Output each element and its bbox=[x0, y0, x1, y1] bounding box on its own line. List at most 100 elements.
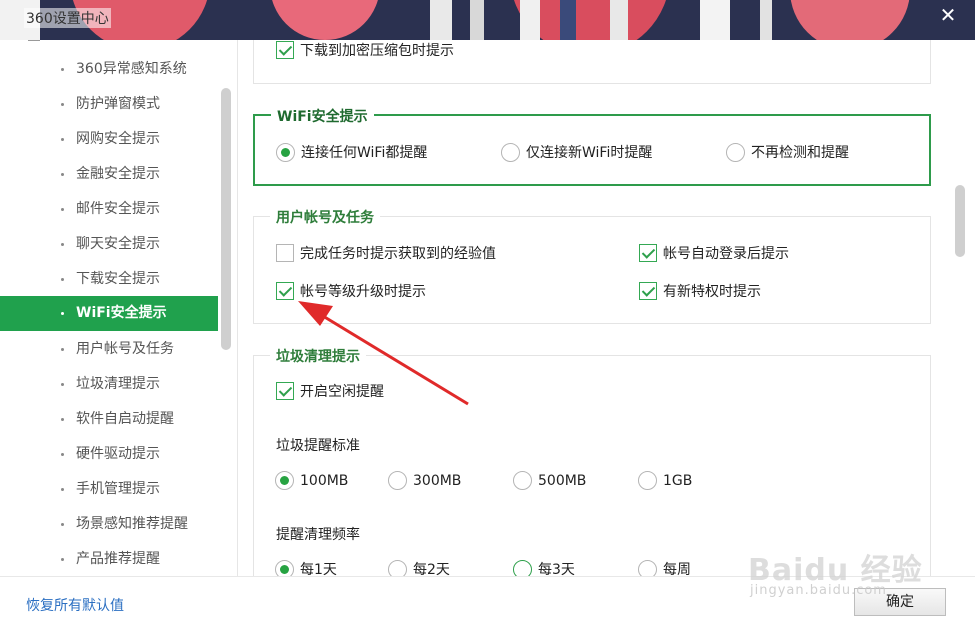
sidebar-item-finance[interactable]: 金融安全提示 bbox=[0, 157, 218, 192]
radio-icon bbox=[501, 142, 520, 162]
task-exp-checkbox[interactable]: 完成任务时提示获取到的经验值 bbox=[276, 244, 496, 266]
option-label: 有新特权时提示 bbox=[663, 284, 761, 300]
option-label: 开启空闲提醒 bbox=[300, 384, 384, 400]
frequency-weekly[interactable]: 每周 bbox=[638, 559, 691, 576]
frequency-2-days[interactable]: 每2天 bbox=[388, 559, 450, 576]
bullet-icon bbox=[61, 243, 64, 246]
content-scrollbar[interactable] bbox=[955, 185, 965, 257]
sidebar-item-anomaly-perception[interactable]: 360异常感知系统 bbox=[0, 52, 218, 87]
radio-selected-icon bbox=[275, 559, 294, 576]
bullet-icon bbox=[61, 488, 64, 491]
sidebar-item-chat[interactable]: 聊天安全提示 bbox=[0, 227, 218, 262]
sidebar-item-label: 场景感知推荐提醒 bbox=[76, 516, 188, 532]
sidebar-item-label: WiFi安全提示 bbox=[76, 305, 167, 321]
sidebar-item-download[interactable]: 下载安全提示 bbox=[0, 262, 218, 297]
restore-defaults-link[interactable]: 恢复所有默认值 bbox=[26, 595, 124, 615]
option-label: 300MB bbox=[413, 473, 462, 489]
download-panel: 下载到加密压缩包时提示 bbox=[253, 40, 931, 84]
radio-icon bbox=[388, 470, 407, 490]
close-icon[interactable]: ✕ bbox=[937, 4, 959, 26]
wifi-option-never[interactable]: 不再检测和提醒 bbox=[726, 142, 849, 165]
encrypted-archive-checkbox[interactable]: 下载到加密压缩包时提示 bbox=[276, 41, 454, 63]
banner-artwork bbox=[0, 0, 975, 40]
checkbox-checked-icon bbox=[639, 244, 657, 262]
sidebar-scrollbar[interactable] bbox=[221, 88, 231, 350]
sidebar-item-account[interactable]: 用户帐号及任务 bbox=[0, 332, 218, 367]
bullet-icon bbox=[61, 103, 64, 106]
level-up-checkbox[interactable]: 帐号等级升级时提示 bbox=[276, 282, 426, 304]
wifi-panel: WiFi安全提示 连接任何WiFi都提醒 仅连接新WiFi时提醒 不再检测和提醒 bbox=[253, 106, 931, 186]
threshold-1gb[interactable]: 1GB bbox=[638, 470, 693, 493]
radio-icon bbox=[726, 142, 745, 162]
sidebar-item-wifi[interactable]: WiFi安全提示 bbox=[0, 296, 218, 331]
account-panel: 用户帐号及任务 完成任务时提示获取到的经验值 帐号自动登录后提示 帐号等级升级时… bbox=[253, 207, 931, 324]
sidebar-item-scene[interactable]: 场景感知推荐提醒 bbox=[0, 507, 218, 542]
bullet-icon bbox=[61, 348, 64, 351]
checkbox-checked-icon bbox=[276, 282, 294, 300]
option-label: 100MB bbox=[300, 473, 349, 489]
radio-selected-icon bbox=[276, 142, 295, 162]
threshold-label: 垃圾提醒标准 bbox=[276, 438, 360, 454]
sidebar-item-cleanup[interactable]: 垃圾清理提示 bbox=[0, 367, 218, 402]
checkbox-icon bbox=[276, 244, 294, 262]
sidebar-item-autostart[interactable]: 软件自启动提醒 bbox=[0, 402, 218, 437]
sidebar-item-label: 垃圾清理提示 bbox=[76, 376, 160, 392]
sidebar-item-label: 下载安全提示 bbox=[76, 271, 160, 287]
ok-button[interactable]: 确定 bbox=[854, 588, 946, 616]
sidebar-item-label: 防护弹窗模式 bbox=[76, 96, 160, 112]
option-label: 1GB bbox=[663, 473, 693, 489]
option-label: 下载到加密压缩包时提示 bbox=[300, 43, 454, 59]
wifi-panel-title: WiFi安全提示 bbox=[271, 106, 374, 126]
bullet-icon bbox=[61, 208, 64, 211]
sidebar-item-label: 360异常感知系统 bbox=[76, 61, 187, 77]
sidebar-item-label: 软件自启动提醒 bbox=[76, 411, 174, 427]
threshold-300mb[interactable]: 300MB bbox=[388, 470, 462, 493]
option-label: 每3天 bbox=[538, 562, 575, 576]
checkbox-checked-icon bbox=[639, 282, 657, 300]
sidebar-item-popup-mode[interactable]: 防护弹窗模式 bbox=[0, 87, 218, 122]
auto-login-checkbox[interactable]: 帐号自动登录后提示 bbox=[639, 244, 789, 266]
frequency-label: 提醒清理频率 bbox=[276, 527, 360, 543]
cleanup-panel-title: 垃圾清理提示 bbox=[270, 346, 366, 366]
sidebar: 360异常感知系统 防护弹窗模式 网购安全提示 金融安全提示 邮件安全提示 聊天… bbox=[0, 40, 238, 576]
frequency-3-days[interactable]: 每3天 bbox=[513, 559, 575, 576]
bullet-icon bbox=[61, 453, 64, 456]
radio-icon bbox=[388, 559, 407, 576]
bullet-icon bbox=[61, 312, 64, 315]
option-label: 帐号等级升级时提示 bbox=[300, 284, 426, 300]
footer: 恢复所有默认值 确定 bbox=[0, 576, 975, 625]
sidebar-item-shopping[interactable]: 网购安全提示 bbox=[0, 122, 218, 157]
wifi-option-any[interactable]: 连接任何WiFi都提醒 bbox=[276, 142, 428, 165]
checkbox-checked-icon bbox=[276, 382, 294, 400]
option-label: 500MB bbox=[538, 473, 587, 489]
option-label: 每周 bbox=[663, 562, 691, 576]
wifi-option-new-only[interactable]: 仅连接新WiFi时提醒 bbox=[501, 142, 652, 165]
option-label: 帐号自动登录后提示 bbox=[663, 246, 789, 262]
frequency-1-day[interactable]: 每1天 bbox=[275, 559, 337, 576]
threshold-500mb[interactable]: 500MB bbox=[513, 470, 587, 493]
sidebar-collapse-stub bbox=[28, 40, 40, 44]
sidebar-item-label: 金融安全提示 bbox=[76, 166, 160, 182]
radio-selected-icon bbox=[275, 470, 294, 490]
sidebar-item-label: 邮件安全提示 bbox=[76, 201, 160, 217]
radio-icon bbox=[638, 559, 657, 576]
checkbox-checked-icon bbox=[276, 41, 294, 59]
window-title: 360设置中心 bbox=[24, 8, 111, 28]
bullet-icon bbox=[61, 138, 64, 141]
bullet-icon bbox=[61, 173, 64, 176]
option-label: 完成任务时提示获取到的经验值 bbox=[300, 246, 496, 262]
sidebar-item-email[interactable]: 邮件安全提示 bbox=[0, 192, 218, 227]
bullet-icon bbox=[61, 278, 64, 281]
bullet-icon bbox=[61, 558, 64, 561]
threshold-100mb[interactable]: 100MB bbox=[275, 470, 349, 493]
option-label: 连接任何WiFi都提醒 bbox=[301, 145, 428, 161]
idle-reminder-checkbox[interactable]: 开启空闲提醒 bbox=[276, 382, 384, 404]
radio-icon bbox=[513, 559, 532, 576]
sidebar-item-label: 网购安全提示 bbox=[76, 131, 160, 147]
option-label: 每1天 bbox=[300, 562, 337, 576]
sidebar-item-driver[interactable]: 硬件驱动提示 bbox=[0, 437, 218, 472]
account-panel-title: 用户帐号及任务 bbox=[270, 207, 380, 227]
sidebar-item-product[interactable]: 产品推荐提醒 bbox=[0, 542, 218, 576]
sidebar-item-phone[interactable]: 手机管理提示 bbox=[0, 472, 218, 507]
new-privilege-checkbox[interactable]: 有新特权时提示 bbox=[639, 282, 761, 304]
